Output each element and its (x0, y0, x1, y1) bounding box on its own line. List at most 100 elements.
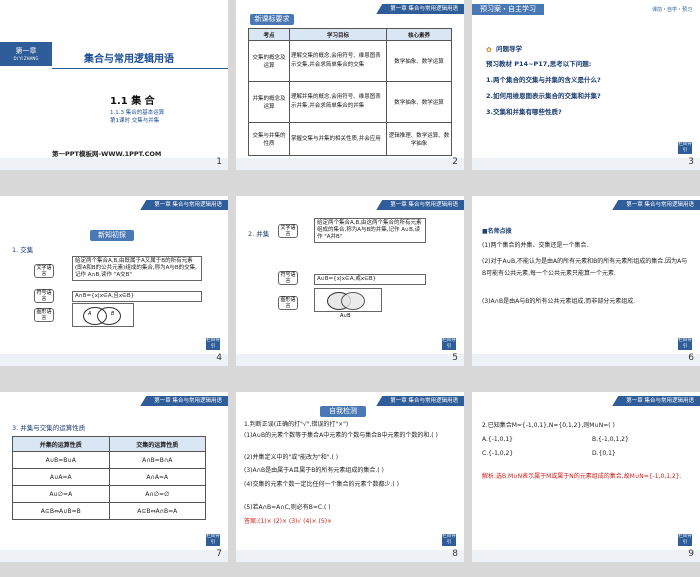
language-label: 符号语言 (34, 289, 54, 303)
slide-number: 5 (452, 353, 458, 363)
nav-button[interactable]: 栏目导引 (442, 534, 456, 546)
table-cell: A⊆B⇔A∩B=A (108, 502, 206, 520)
objectives-table: 考点 学习目标 核心素养 交集的概念及运算 理解交集的概念,会用符号、维恩图表示… (248, 28, 452, 156)
table-cell: A∪∅=A (12, 485, 110, 503)
watermark: 第一PPT模板网-WWW.1PPT.COM (52, 150, 162, 158)
table-cell: 并集的概念及运算 (248, 81, 290, 123)
footer-bar (0, 158, 228, 170)
section-heading: 问题导学 (496, 45, 522, 53)
option-d: D.{0,1} (592, 450, 616, 457)
option-a: A.{-1,0,1} (482, 436, 513, 443)
slide-8[interactable]: 第一章 集合与常用逻辑用语 自我检测 1.判断正误(正确的打"√",错误的打"×… (236, 392, 464, 562)
gear-icon: ✿ (486, 46, 492, 54)
table-cell: A∩A=A (108, 468, 206, 486)
table-cell: A∩B=B∩A (108, 451, 206, 469)
footer-bar (236, 550, 464, 562)
slide-5[interactable]: 第一章 集合与常用逻辑用语 2. 并集 文字语言 符号语言 图形语言 给定两个集… (236, 196, 464, 366)
footer-bar (472, 158, 700, 170)
chapter-tag: 第一章 DI YI ZHANG (0, 42, 52, 66)
slide-number: 2 (452, 157, 458, 167)
venn-circle-b (341, 292, 365, 310)
question-item: 3.交集和并集有哪些性质? (486, 108, 562, 116)
table-cell: 交集与并集的性质 (248, 122, 290, 156)
slide-number: 6 (688, 353, 694, 363)
table-header: 考点 (248, 28, 290, 41)
slide-header: 第一章 集合与常用逻辑用语 (376, 396, 464, 406)
slide-9[interactable]: 第一章 集合与常用逻辑用语 2.已知集合M={-1,0,1},N={0,1,2}… (472, 392, 700, 562)
language-label: 符号语言 (278, 271, 298, 285)
table-header: 核心素养 (386, 28, 452, 41)
slide-header: 第一章 集合与常用逻辑用语 (612, 200, 700, 210)
section-badge: 新课标要求 (250, 14, 294, 25)
slide-number: 9 (688, 549, 694, 559)
table-header: 并集的运算性质 (12, 436, 110, 452)
nav-button[interactable]: 栏目导引 (206, 534, 220, 546)
table-cell: 数学抽象、数学运算 (386, 81, 452, 123)
intro-line: 预习教材 P14~P17,思考以下问题: (486, 60, 592, 68)
section-heading: ■名师点拨 (482, 228, 512, 235)
slide-header: 第一章 集合与常用逻辑用语 (376, 200, 464, 210)
tip-line: (3)A∩B是由A与B的所有公共元素组成,而非部分元素组成. (482, 298, 636, 305)
footer-bar (236, 158, 464, 170)
footer-bar (472, 550, 700, 562)
question-line: (3)A∩B是由属于A且属于B的所有元素组成的集合.( ) (244, 467, 384, 474)
nav-button[interactable]: 栏目导引 (678, 534, 692, 546)
title-line (52, 68, 228, 69)
solution-text: 解析:选B.M∪N表示属于M或属于N的元素组成的集合,故M∪N={-1,0,1,… (482, 473, 682, 480)
table-cell: 逻辑推理、数学运算、数学抽象 (386, 122, 452, 156)
slide-7[interactable]: 第一章 集合与常用逻辑用语 3. 并集与交集的运算性质 并集的运算性质 交集的运… (0, 392, 228, 562)
nav-button[interactable]: 栏目导引 (442, 338, 456, 350)
slide-header: 第一章 集合与常用逻辑用语 (140, 396, 228, 406)
section-title: 1.1 集 合 (110, 96, 155, 107)
nav-button[interactable]: 栏目导引 (206, 338, 220, 350)
table-header: 学习目标 (289, 28, 387, 41)
language-label: 图形语言 (34, 308, 54, 322)
question-line: (4)交集的元素个数一定比任何一个集合的元素个数都少.( ) (244, 481, 399, 488)
text-definition: 给定两个集合A,B,由这两个集合的所有元素组成的集合,称为A与B的并集,记作 A… (314, 218, 426, 243)
slide-4[interactable]: 第一章 集合与常用逻辑用语 新知初探 1. 交集 文字语言 符号语言 图形语言 … (0, 196, 228, 366)
section-heading: 3. 并集与交集的运算性质 (12, 424, 86, 432)
properties-table: 并集的运算性质 交集的运算性质 A∪B=B∪A A∩B=B∩A A∪A=A A∩A=… (12, 436, 206, 520)
venn-box: A B (72, 303, 134, 327)
slide-3[interactable]: 预习案・自主学习 课前・自学・预习 ✿ 问题导学 预习教材 P14~P17,思考… (472, 0, 700, 170)
top-right-caption: 课前・自学・预习 (651, 7, 692, 13)
question-item: 2.如何用维恩图表示集合的交集和并集? (486, 92, 601, 100)
question-item: 1.两个集合的交集与并集的含义是什么? (486, 76, 601, 84)
slide-2[interactable]: 第一章 集合与常用逻辑用语 新课标要求 考点 学习目标 核心素养 交集的概念及运… (236, 0, 464, 170)
slide-6[interactable]: 第一章 集合与常用逻辑用语 ■名师点拨 (1)两个集合的并集、交集还是一个集合.… (472, 196, 700, 366)
subsection-title: 1.1.3 集合的基本运算 (110, 110, 165, 116)
tip-line: (2)对于A∪B,不能认为是由A的所有元素和B的所有元素所组成的集合.因为A与B… (482, 258, 688, 277)
section-heading: 1. 交集 (12, 246, 34, 254)
venn-caption: A∪B (340, 313, 351, 319)
lesson-title: 第1课时 交集与并集 (110, 118, 160, 124)
symbol-definition: A∩B={x|x∈A,且x∈B} (72, 291, 202, 302)
nav-button[interactable]: 栏目导引 (678, 338, 692, 350)
question-line: (5)若A∩B=A∩C,则必有B=C.( ) (244, 504, 331, 511)
slide-number: 7 (216, 549, 222, 559)
option-c: C.{-1,0,2} (482, 450, 514, 457)
question-stem: 2.已知集合M={-1,0,1},N={0,1,2},则M∪N=( ) (482, 422, 615, 429)
tip-line: (1)两个集合的并集、交集还是一个集合. (482, 242, 589, 249)
nav-button[interactable]: 栏目导引 (678, 142, 692, 154)
slide-header: 第一章 集合与常用逻辑用语 (140, 200, 228, 210)
text-definition: 给定两个集合A,B,由既属于A又属于B的所有元素(即A和B的公共元素)组成的集合… (72, 256, 202, 281)
slide-1[interactable]: 第一章 DI YI ZHANG 集合与常用逻辑用语 1.1 集 合 1.1.3 … (0, 0, 228, 170)
table-cell: A∩∅=∅ (108, 485, 206, 503)
section-badge: 新知初探 (90, 230, 134, 241)
slide-header: 第一章 集合与常用逻辑用语 (376, 4, 464, 14)
venn-box (314, 288, 382, 312)
slide-number: 4 (216, 353, 222, 363)
chapter-title: 集合与常用逻辑用语 (84, 54, 174, 65)
section-heading: 2. 并集 (248, 230, 270, 238)
footer-bar (0, 550, 228, 562)
footer-bar: ✩ (0, 354, 228, 366)
venn-circle-b (97, 307, 121, 325)
section-badge: 自我检测 (320, 406, 366, 417)
question-line: (2)并集定义中的"或"能改为"和".( ) (244, 454, 339, 461)
symbol-definition: A∪B={x|x∈A,或x∈B} (314, 274, 426, 285)
table-cell: A∪A=A (12, 468, 110, 486)
table-cell: 掌握交集与并集的相关性质,并会应用 (289, 122, 387, 156)
footer-bar (236, 354, 464, 366)
option-b: B.{-1,0,1,2} (592, 436, 629, 443)
slide-number: 8 (452, 549, 458, 559)
